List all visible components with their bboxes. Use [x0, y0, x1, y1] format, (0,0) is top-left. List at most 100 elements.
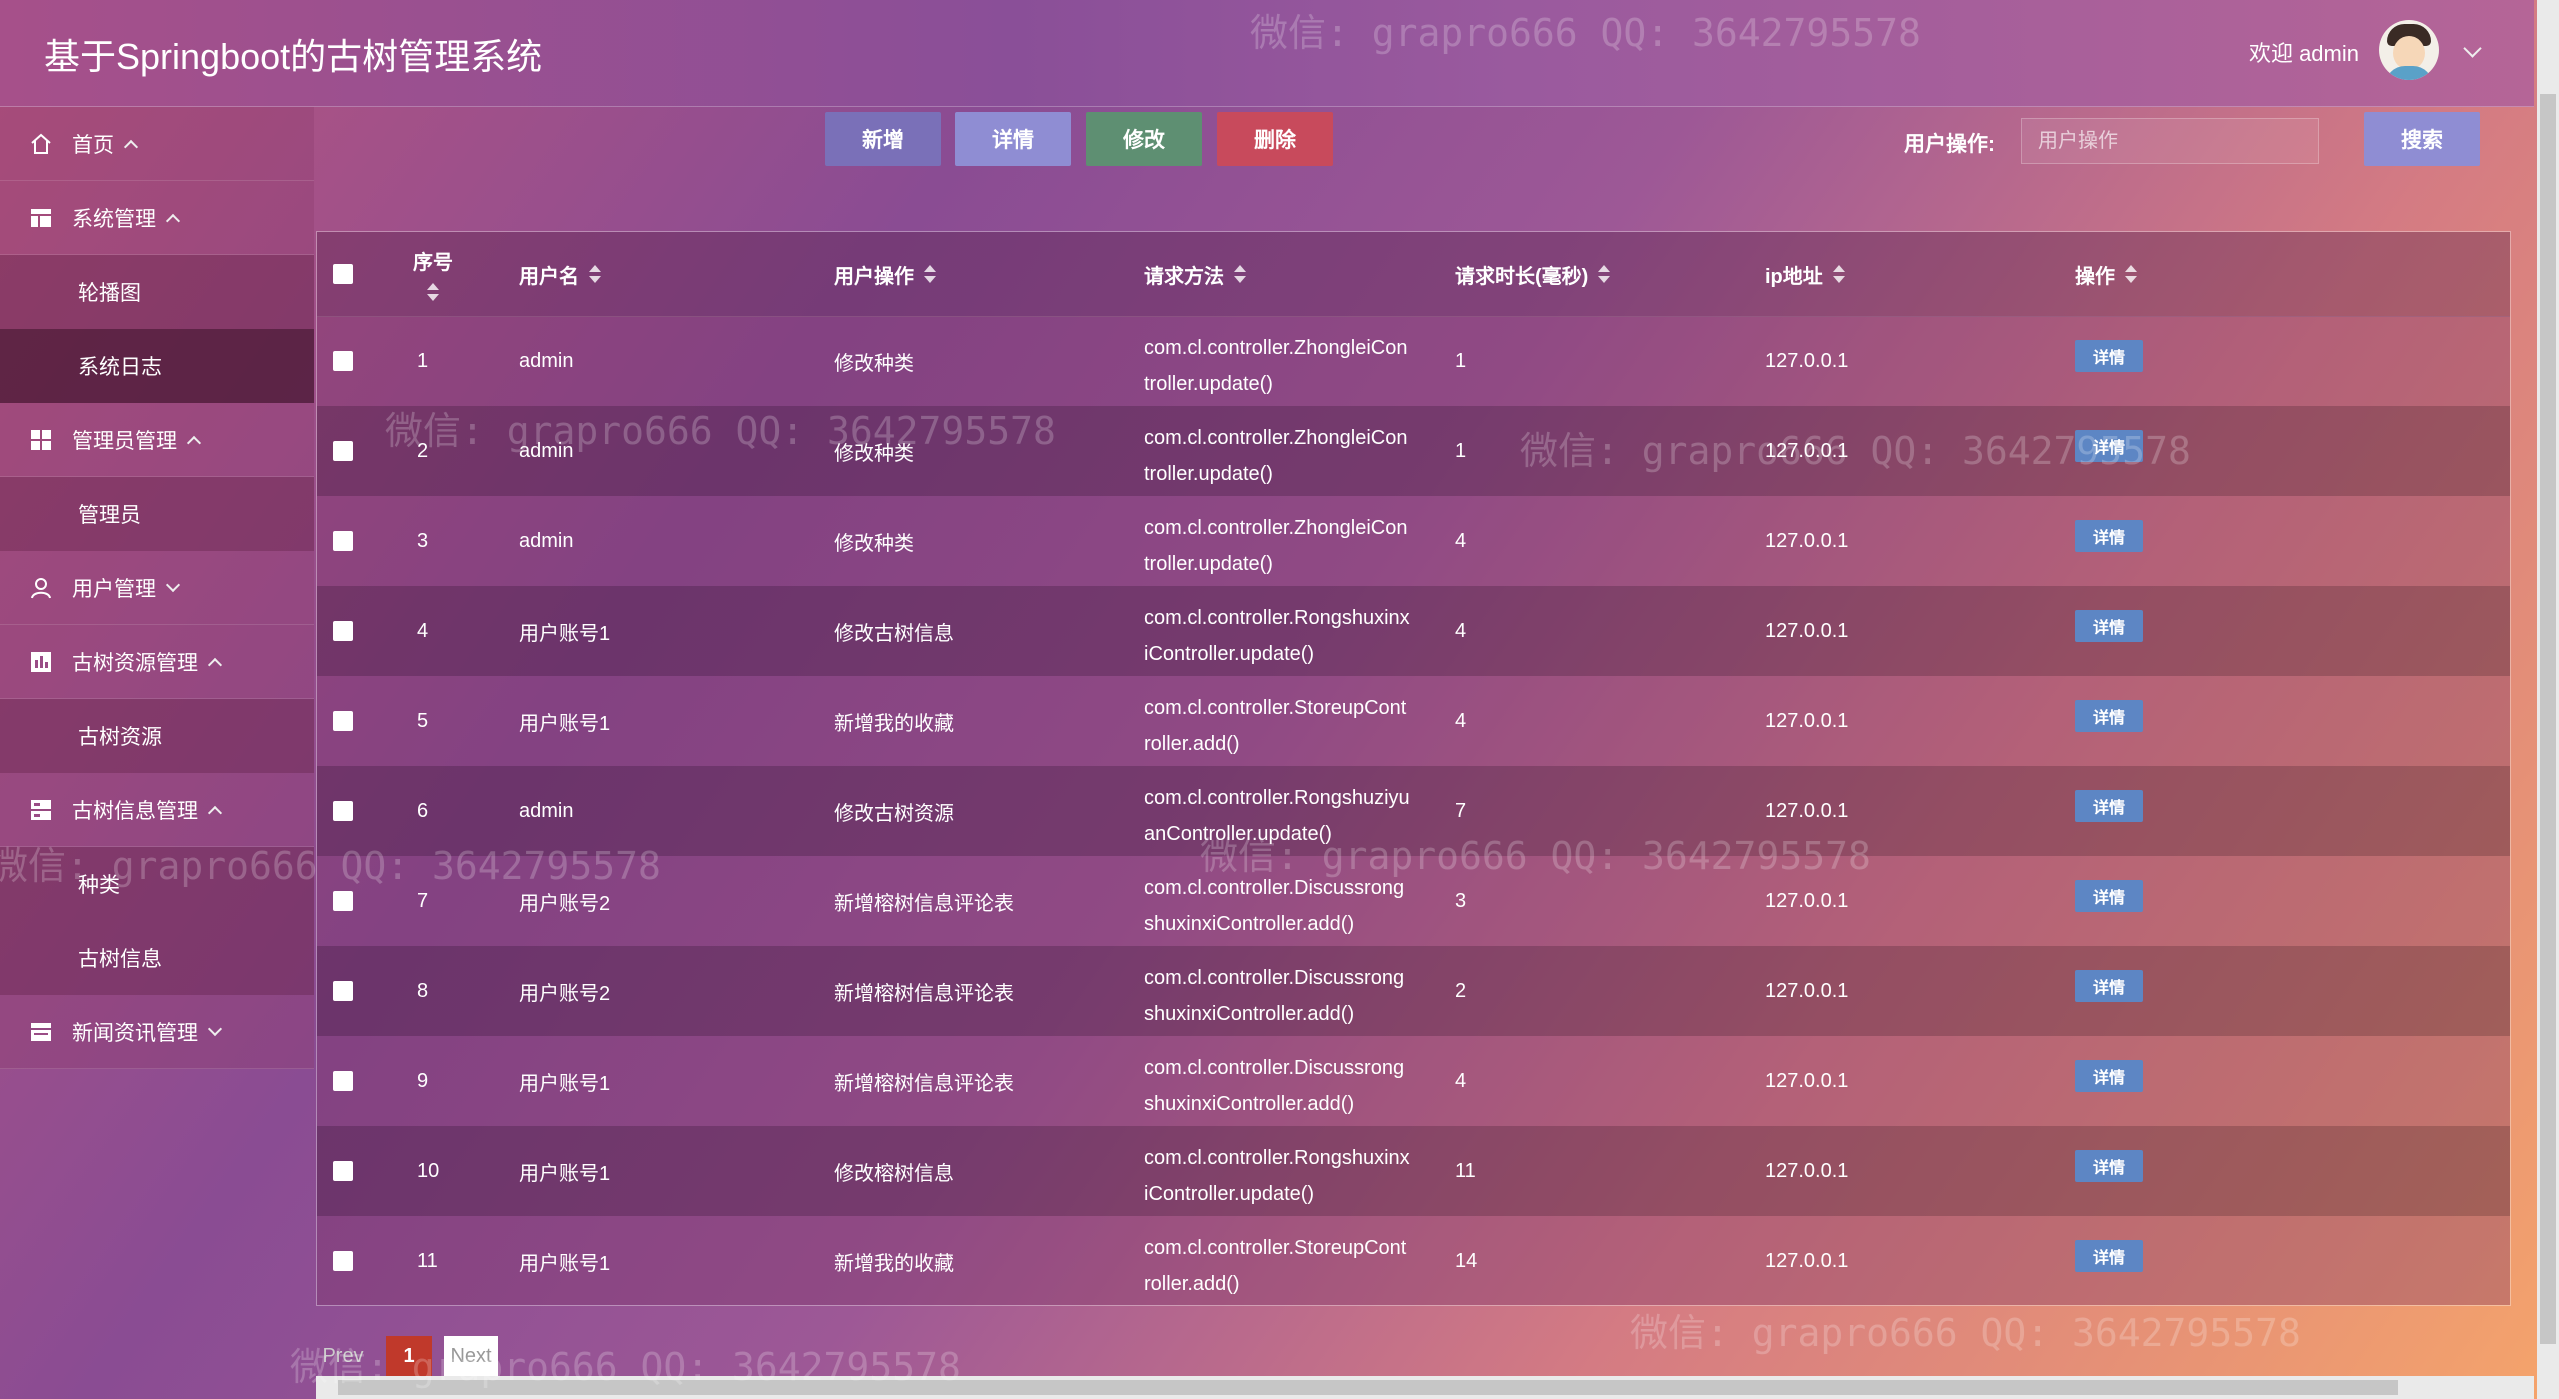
sidebar-item-carousel[interactable]: 轮播图 — [0, 255, 314, 329]
row-checkbox[interactable] — [333, 1126, 353, 1216]
cell-no: 10 — [417, 1159, 440, 1182]
news-icon — [28, 1019, 54, 1045]
sidebar-item-label: 古树信息 — [78, 948, 162, 971]
header-username[interactable]: 用户名 — [519, 232, 601, 316]
cell-actions: 详情 — [2075, 316, 2143, 406]
method-line-2: iController.update() — [1144, 1183, 1315, 1205]
table-row: 5 用户账号1 新增我的收藏 com.cl.controller.Storeup… — [317, 676, 2510, 766]
row-detail-button[interactable]: 详情 — [2075, 1240, 2143, 1272]
method-text: com.cl.controller.Discussrong shuxinxiCon… — [1144, 1040, 1404, 1122]
header-ip[interactable]: ip地址 — [1765, 232, 1845, 316]
chevron-down-icon[interactable] — [2463, 39, 2482, 58]
sidebar-item-label: 系统管理 — [72, 207, 156, 231]
row-checkbox[interactable] — [333, 406, 353, 496]
header-duration[interactable]: 请求时长(毫秒) — [1455, 232, 1611, 316]
row-detail-button[interactable]: 详情 — [2075, 340, 2143, 372]
header-actions[interactable]: 操作 — [2075, 232, 2137, 316]
method-line-2: shuxinxiController.add() — [1144, 1093, 1355, 1115]
header-no[interactable]: 序号 — [413, 232, 453, 316]
cell-username: 用户账号2 — [519, 982, 611, 1005]
cell-operation: 新增榕树信息评论表 — [834, 1072, 1014, 1095]
header-label: 用户操作 — [834, 265, 914, 288]
select-all-checkbox[interactable] — [333, 232, 353, 316]
scrollbar-thumb[interactable] — [2540, 94, 2556, 1344]
search-button[interactable]: 搜索 — [2364, 112, 2480, 166]
delete-button[interactable]: 删除 — [1217, 112, 1333, 166]
detail-button[interactable]: 详情 — [955, 112, 1071, 166]
cell-duration: 1 — [1455, 349, 1467, 372]
sidebar-item-tree-resource[interactable]: 古树资源 — [0, 699, 314, 773]
sidebar-item-admin[interactable]: 管理员 — [0, 477, 314, 551]
table-row: 3 admin 修改种类 com.cl.controller.ZhongleiC… — [317, 496, 2510, 586]
cell-operation: 新增我的收藏 — [834, 1252, 954, 1275]
sidebar: 首页 系统管理 轮播图 系统日志 管理员管理 管理员 用户管理 古树资源管理 古… — [0, 107, 314, 1399]
row-detail-button[interactable]: 详情 — [2075, 610, 2143, 642]
table-header: 序号 用户名 用户操作 请求方法 请求时长(毫秒) ip地址 操作 — [317, 232, 2510, 317]
header-method[interactable]: 请求方法 — [1144, 232, 1246, 316]
method-text: com.cl.controller.Rongshuxinx iController… — [1144, 1130, 1410, 1212]
cell-operation: 修改古树信息 — [834, 622, 954, 645]
row-checkbox[interactable] — [333, 676, 353, 766]
row-checkbox[interactable] — [333, 496, 353, 586]
cell-method: com.cl.controller.StoreupCont roller.add(… — [1144, 676, 1406, 766]
row-checkbox[interactable] — [333, 1036, 353, 1126]
method-line-2: roller.add() — [1144, 733, 1240, 755]
row-detail-button[interactable]: 详情 — [2075, 700, 2143, 732]
add-button[interactable]: 新增 — [825, 112, 941, 166]
row-detail-button[interactable]: 详情 — [2075, 1150, 2143, 1182]
method-line-2: iController.update() — [1144, 643, 1315, 665]
row-checkbox[interactable] — [333, 586, 353, 676]
row-detail-button[interactable]: 详情 — [2075, 970, 2143, 1002]
cell-no: 3 — [417, 529, 429, 552]
row-detail-button[interactable]: 详情 — [2075, 790, 2143, 822]
sidebar-item-tree-info[interactable]: 古树信息 — [0, 921, 314, 995]
cell-ip: 127.0.0.1 — [1765, 349, 1849, 372]
cell-username: 用户账号1 — [519, 1072, 611, 1095]
cell-duration: 4 — [1455, 1069, 1467, 1092]
cell-duration: 2 — [1455, 979, 1467, 1002]
row-detail-button[interactable]: 详情 — [2075, 1060, 2143, 1092]
sidebar-item-news-mgmt[interactable]: 新闻资讯管理 — [0, 995, 314, 1069]
watermark: 微信: grapro666 QQ: 3642795578 — [1520, 429, 2191, 473]
cell-actions: 详情 — [2075, 676, 2143, 766]
header-operation[interactable]: 用户操作 — [834, 232, 936, 316]
cell-ip: 127.0.0.1 — [1765, 529, 1849, 552]
cell-actions: 详情 — [2075, 1216, 2143, 1305]
sidebar-item-system-log[interactable]: 系统日志 — [0, 329, 314, 403]
table-row: 1 admin 修改种类 com.cl.controller.ZhongleiC… — [317, 316, 2510, 406]
sort-icon — [1234, 263, 1246, 285]
table-row: 9 用户账号1 新增榕树信息评论表 com.cl.controller.Disc… — [317, 1036, 2510, 1126]
avatar[interactable] — [2379, 20, 2439, 80]
sidebar-item-home[interactable]: 首页 — [0, 107, 314, 181]
table-row: 8 用户账号2 新增榕树信息评论表 com.cl.controller.Disc… — [317, 946, 2510, 1036]
search-input[interactable] — [2021, 118, 2319, 164]
method-line-1: com.cl.controller.Discussrong — [1144, 967, 1405, 989]
sidebar-item-label: 用户管理 — [72, 577, 156, 601]
checkbox-box — [333, 264, 353, 284]
sidebar-item-tree-resource-mgmt[interactable]: 古树资源管理 — [0, 625, 314, 699]
header-label: ip地址 — [1765, 265, 1823, 288]
cell-no: 1 — [417, 349, 429, 372]
chevron-up-icon — [165, 213, 181, 228]
checkbox-box — [333, 1161, 353, 1181]
checkbox-box — [333, 711, 353, 731]
chevron-down-icon — [165, 577, 181, 592]
home-icon — [28, 131, 54, 157]
row-checkbox[interactable] — [333, 316, 353, 406]
cell-method: com.cl.controller.ZhongleiCon troller.upd… — [1144, 496, 1407, 586]
row-detail-button[interactable]: 详情 — [2075, 520, 2143, 552]
sort-icon — [427, 281, 439, 303]
sidebar-item-user-mgmt[interactable]: 用户管理 — [0, 551, 314, 625]
row-checkbox[interactable] — [333, 946, 353, 1036]
row-checkbox[interactable] — [333, 1216, 353, 1305]
sidebar-item-admin-mgmt[interactable]: 管理员管理 — [0, 403, 314, 477]
vertical-scrollbar[interactable] — [2537, 0, 2559, 1399]
edit-button[interactable]: 修改 — [1086, 112, 1202, 166]
row-detail-button[interactable]: 详情 — [2075, 880, 2143, 912]
grid-icon — [28, 427, 54, 453]
table-icon — [28, 205, 54, 231]
method-line-2: shuxinxiController.add() — [1144, 1003, 1355, 1025]
cell-duration: 11 — [1455, 1159, 1476, 1182]
cell-ip: 127.0.0.1 — [1765, 1069, 1849, 1092]
sidebar-item-system[interactable]: 系统管理 — [0, 181, 314, 255]
